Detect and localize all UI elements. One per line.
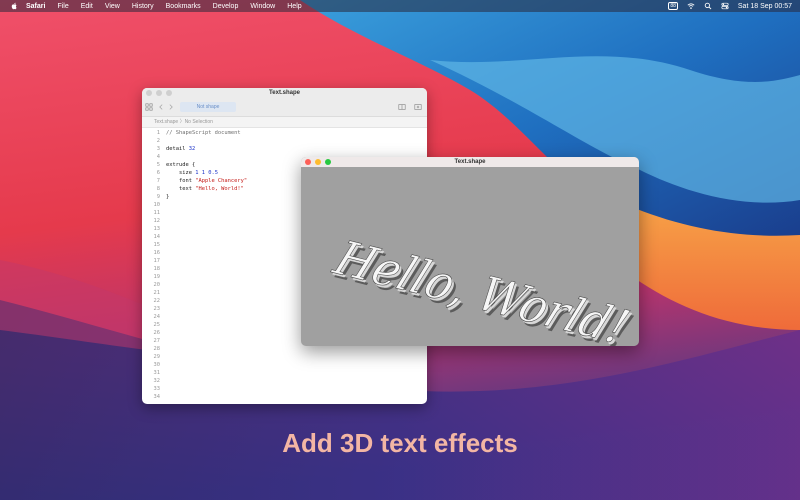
line-number: 9 [156, 194, 160, 200]
extruded-text-face: Hello, World! [326, 230, 637, 346]
code-line: extrude { [166, 162, 196, 168]
line-number: 25 [153, 322, 161, 328]
editor-titlebar[interactable]: Text.shape [142, 88, 427, 98]
wifi-icon[interactable] [687, 2, 695, 10]
line-number: 21 [153, 290, 161, 296]
search-icon[interactable] [704, 2, 712, 10]
grid-icon[interactable] [145, 103, 153, 111]
line-number: 28 [153, 346, 161, 352]
minimize-button[interactable] [156, 90, 162, 96]
line-number: 8 [156, 186, 160, 192]
window-controls [146, 90, 172, 96]
menu-window[interactable]: Window [250, 3, 275, 10]
menu-file[interactable]: File [57, 3, 68, 10]
code-line: text "Hello, World!" [166, 186, 244, 192]
menu-help[interactable]: Help [287, 3, 301, 10]
tab-file[interactable]: Not shape [180, 102, 236, 112]
line-number: 27 [153, 338, 161, 344]
apple-icon[interactable] [10, 2, 18, 10]
menu-edit[interactable]: Edit [81, 3, 93, 10]
line-number: 15 [153, 242, 161, 248]
code-line: size 1 1 0.5 [166, 170, 218, 176]
menu-bar: Safari File Edit View History Bookmarks … [0, 0, 800, 12]
line-number: 32 [153, 378, 161, 384]
menu-develop[interactable]: Develop [213, 3, 239, 10]
line-number: 30 [153, 362, 161, 368]
line-number: 1 [156, 130, 160, 136]
control-center-icon[interactable] [721, 2, 729, 10]
line-number: 7 [156, 178, 160, 184]
line-number: 18 [153, 266, 161, 272]
add-editor-icon[interactable] [414, 103, 422, 111]
menu-bookmarks[interactable]: Bookmarks [166, 3, 201, 10]
preview-title: Text.shape [454, 159, 486, 165]
line-number: 31 [153, 370, 161, 376]
breadcrumb[interactable]: Text.shape 〉No Selection [142, 117, 427, 128]
editor-toolbar: Not shape [142, 98, 427, 117]
line-number: 13 [153, 226, 161, 232]
line-number: 4 [156, 154, 160, 160]
back-icon[interactable] [157, 103, 165, 111]
line-number: 20 [153, 282, 161, 288]
line-number: 34 [153, 394, 161, 400]
code-line: detail 32 [166, 146, 196, 152]
line-number: 16 [153, 250, 161, 256]
line-number: 11 [153, 210, 161, 216]
caption: Add 3D text effects [282, 428, 518, 458]
status-area: 88 Sat 18 Sep 00:57 [668, 0, 792, 12]
line-number: 14 [153, 234, 161, 240]
line-number: 2 [156, 138, 160, 144]
editor-title: Text.shape [269, 90, 300, 96]
close-button[interactable] [146, 90, 152, 96]
line-number: 5 [156, 162, 160, 168]
line-number: 23 [153, 306, 161, 312]
line-number: 12 [153, 218, 161, 224]
line-number: 10 [153, 202, 161, 208]
line-number: 26 [153, 330, 161, 336]
close-button[interactable] [305, 159, 311, 165]
line-number: 22 [153, 298, 161, 304]
code-line: } [166, 194, 170, 200]
zoom-button[interactable] [166, 90, 172, 96]
menu-view[interactable]: View [105, 3, 120, 10]
line-number: 19 [153, 274, 161, 280]
minimize-button[interactable] [315, 159, 321, 165]
split-view-icon[interactable] [398, 103, 406, 111]
3d-viewport[interactable]: Hello, World! Hello, World! Hello, World… [301, 167, 639, 346]
line-number: 33 [153, 386, 161, 392]
forward-icon[interactable] [167, 103, 175, 111]
preview-window: Text.shape Hello, World! Hello, World! H… [301, 157, 639, 346]
code-line: font "Apple Chancery" [166, 178, 248, 184]
line-number: 3 [156, 146, 160, 152]
line-number: 29 [153, 354, 161, 360]
line-number: 6 [156, 170, 160, 176]
code-line: // ShapeScript document [166, 130, 241, 136]
clock[interactable]: Sat 18 Sep 00:57 [738, 3, 792, 10]
zoom-button[interactable] [325, 159, 331, 165]
preview-titlebar[interactable]: Text.shape [301, 157, 639, 167]
window-controls [305, 159, 331, 165]
line-number: 17 [153, 258, 161, 264]
battery-badge[interactable]: 88 [668, 2, 678, 10]
menu-history[interactable]: History [132, 3, 154, 10]
line-number: 24 [153, 314, 161, 320]
menu-safari[interactable]: Safari [26, 3, 45, 10]
